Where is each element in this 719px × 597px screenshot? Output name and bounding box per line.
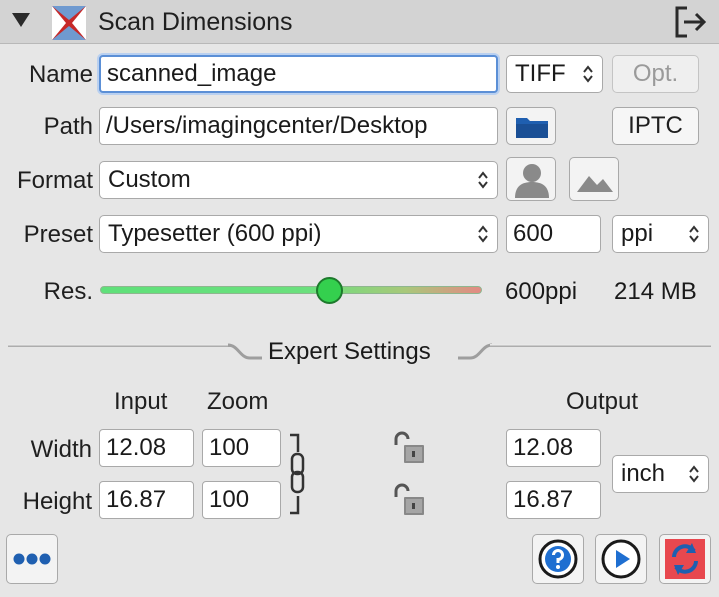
height-input-field[interactable]: 16.87 bbox=[99, 481, 194, 519]
path-label: Path bbox=[43, 113, 93, 140]
resolution-readout: 600ppi bbox=[505, 278, 578, 305]
height-lock-open-icon[interactable] bbox=[392, 482, 428, 518]
output-unit-value: inch bbox=[621, 460, 666, 487]
format-select[interactable]: Custom bbox=[99, 161, 498, 199]
divider-left bbox=[8, 344, 231, 347]
res-label: Res. bbox=[43, 278, 93, 305]
width-zoom-field[interactable]: 100 bbox=[202, 429, 281, 467]
height-output-field[interactable]: 16.87 bbox=[506, 481, 601, 519]
output-column-header: Output bbox=[566, 388, 639, 415]
help-icon bbox=[538, 539, 578, 579]
iptc-button[interactable]: IPTC bbox=[612, 107, 699, 145]
divider-notch-left bbox=[228, 343, 262, 360]
start-scan-button[interactable] bbox=[595, 534, 647, 584]
select-arrows-icon bbox=[689, 465, 699, 483]
zoom-column-header: Zoom bbox=[207, 388, 269, 415]
mountain-icon bbox=[577, 176, 613, 192]
app-logo-icon bbox=[52, 6, 86, 40]
width-output-field[interactable]: 12.08 bbox=[506, 429, 601, 467]
link-chain-icon[interactable] bbox=[284, 432, 308, 516]
disclosure-triangle-icon[interactable] bbox=[12, 13, 30, 27]
help-button[interactable] bbox=[532, 534, 584, 584]
select-arrows-icon bbox=[689, 225, 699, 243]
width-lock-open-icon[interactable] bbox=[392, 430, 428, 466]
resolution-unit-select[interactable]: ppi bbox=[612, 215, 709, 253]
path-input[interactable]: /Users/imagingcenter/Desktop bbox=[99, 107, 498, 145]
name-input[interactable]: scanned_image bbox=[99, 55, 498, 93]
width-input-field[interactable]: 12.08 bbox=[99, 429, 194, 467]
divider-right bbox=[490, 344, 711, 347]
person-icon bbox=[515, 164, 549, 198]
input-column-header: Input bbox=[114, 388, 168, 415]
output-unit-select[interactable]: inch bbox=[612, 455, 709, 493]
select-arrows-icon bbox=[478, 225, 488, 243]
file-type-select[interactable]: TIFF bbox=[506, 55, 603, 93]
panel-title: Scan Dimensions bbox=[98, 8, 293, 36]
folder-icon bbox=[516, 118, 548, 138]
height-zoom-field[interactable]: 100 bbox=[202, 481, 281, 519]
file-size-readout: 214 MB bbox=[614, 278, 697, 305]
width-label: Width bbox=[30, 436, 92, 463]
resolution-slider-thumb[interactable] bbox=[315, 277, 343, 304]
height-label: Height bbox=[22, 488, 92, 515]
ellipsis-icon bbox=[13, 553, 51, 565]
browse-folder-button[interactable] bbox=[506, 107, 556, 145]
preset-label: Preset bbox=[23, 221, 93, 248]
portrait-orientation-button[interactable] bbox=[506, 157, 556, 201]
reset-button[interactable] bbox=[659, 534, 711, 584]
select-arrows-icon bbox=[583, 65, 593, 83]
divider-notch-right bbox=[458, 343, 492, 360]
preset-value: Typesetter (600 ppi) bbox=[108, 220, 322, 247]
name-label: Name bbox=[28, 61, 93, 88]
refresh-icon bbox=[665, 539, 705, 579]
format-value: Custom bbox=[108, 166, 191, 193]
landscape-orientation-button[interactable] bbox=[569, 157, 619, 201]
file-type-value: TIFF bbox=[515, 60, 566, 87]
play-icon bbox=[601, 539, 641, 579]
resolution-unit-value: ppi bbox=[621, 220, 654, 247]
exit-panel-icon[interactable] bbox=[672, 4, 710, 40]
options-button[interactable]: Opt. bbox=[612, 55, 699, 93]
more-options-button[interactable] bbox=[6, 534, 58, 584]
format-label: Format bbox=[16, 167, 93, 194]
resolution-slider-track[interactable] bbox=[100, 286, 482, 294]
expert-settings-title[interactable]: Expert Settings bbox=[268, 338, 431, 366]
resolution-input[interactable]: 600 bbox=[506, 215, 601, 253]
preset-select[interactable]: Typesetter (600 ppi) bbox=[99, 215, 498, 253]
select-arrows-icon bbox=[478, 171, 488, 189]
